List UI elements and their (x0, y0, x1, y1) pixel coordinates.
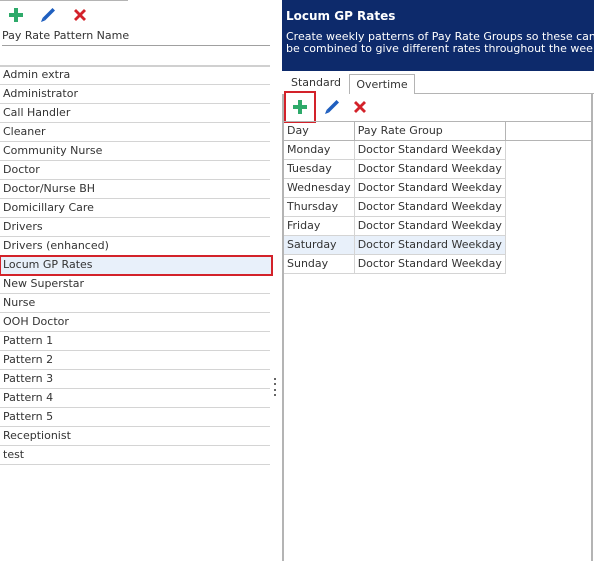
table-row[interactable]: Tuesday Doctor Standard Weekday (284, 159, 593, 179)
tab-overtime[interactable]: Overtime (349, 74, 415, 94)
delete-pattern-button[interactable] (70, 6, 90, 24)
tab-standard[interactable]: Standard (283, 73, 349, 94)
day-pay-rate-grid: Day Pay Rate Group Monday Doctor Standar… (284, 121, 593, 274)
add-row-button[interactable] (284, 91, 316, 123)
cell-pay-rate-group[interactable]: Doctor Standard Weekday (354, 216, 506, 236)
list-item[interactable]: Admin extra (0, 66, 270, 85)
cell-day[interactable]: Wednesday (284, 178, 355, 198)
column-header-day[interactable]: Day (284, 121, 355, 141)
x-icon (354, 101, 366, 113)
grip-dot (274, 378, 276, 380)
panel-splitter-handle[interactable] (272, 378, 278, 396)
list-item[interactable]: Cleaner (0, 123, 270, 142)
edit-row-button[interactable] (322, 98, 342, 116)
list-item[interactable]: Doctor/Nurse BH (0, 180, 270, 199)
list-item[interactable]: Community Nurse (0, 142, 270, 161)
plus-icon (9, 8, 23, 22)
add-pattern-button[interactable] (6, 6, 26, 24)
banner-title: Locum GP Rates (286, 9, 396, 23)
banner-description: Create weekly patterns of Pay Rate Group… (286, 30, 594, 55)
list-item[interactable]: Administrator (0, 85, 270, 104)
cell-pay-rate-group[interactable]: Doctor Standard Weekday (354, 159, 506, 179)
pattern-detail-panel: Locum GP Rates Create weekly patterns of… (282, 0, 594, 561)
cell-pay-rate-group[interactable]: Doctor Standard Weekday (354, 254, 506, 274)
table-row[interactable]: Friday Doctor Standard Weekday (284, 216, 593, 236)
list-item[interactable]: Pattern 5 (0, 408, 270, 427)
pattern-list: Admin extra Administrator Call Handler C… (0, 66, 273, 465)
info-banner: Locum GP Rates Create weekly patterns of… (282, 0, 594, 71)
standard-tab-content: Day Pay Rate Group Monday Doctor Standar… (282, 91, 593, 561)
list-item[interactable]: New Superstar (0, 275, 270, 294)
pencil-icon (325, 100, 339, 114)
list-item[interactable]: Drivers (enhanced) (0, 237, 270, 256)
column-header-pay-rate-group[interactable]: Pay Rate Group (354, 121, 506, 141)
plus-icon (293, 100, 307, 114)
table-row[interactable]: Sunday Doctor Standard Weekday (284, 254, 593, 274)
cell-pay-rate-group[interactable]: Doctor Standard Weekday (354, 197, 506, 217)
grip-dot (274, 393, 276, 396)
cell-pay-rate-group[interactable]: Doctor Standard Weekday (354, 178, 506, 198)
list-item[interactable]: Pattern 2 (0, 351, 270, 370)
cell-day[interactable]: Tuesday (284, 159, 355, 179)
cell-pay-rate-group[interactable]: Doctor Standard Weekday (354, 235, 506, 255)
cell-day[interactable]: Sunday (284, 254, 355, 274)
delete-row-button[interactable] (350, 98, 370, 116)
list-item[interactable]: Pattern 4 (0, 389, 270, 408)
grip-dot (274, 388, 276, 391)
cell-day[interactable]: Monday (284, 140, 355, 160)
list-item[interactable]: Call Handler (0, 104, 270, 123)
column-header-empty (505, 121, 593, 141)
list-item[interactable]: Drivers (0, 218, 270, 237)
grid-header-row: Day Pay Rate Group (284, 121, 593, 141)
list-item[interactable]: Pattern 3 (0, 370, 270, 389)
list-item[interactable]: Doctor (0, 161, 270, 180)
cell-day[interactable]: Thursday (284, 197, 355, 217)
cell-day[interactable]: Saturday (284, 235, 355, 255)
filter-row[interactable] (0, 47, 270, 67)
cell-pay-rate-group[interactable]: Doctor Standard Weekday (354, 140, 506, 160)
list-item[interactable]: Domicillary Care (0, 199, 270, 218)
list-item[interactable]: Pattern 1 (0, 332, 270, 351)
grid-toolbar (284, 91, 370, 123)
column-header-pattern-name[interactable]: Pay Rate Pattern Name (2, 29, 270, 46)
list-item-selected[interactable]: Locum GP Rates (0, 255, 273, 276)
table-row[interactable]: Thursday Doctor Standard Weekday (284, 197, 593, 217)
table-row[interactable]: Wednesday Doctor Standard Weekday (284, 178, 593, 198)
x-icon (74, 9, 86, 21)
pay-rate-pattern-panel: Pay Rate Pattern Name Admin extra Admini… (0, 0, 273, 561)
table-row-selected[interactable]: Saturday Doctor Standard Weekday (284, 235, 593, 255)
list-item[interactable]: Receptionist (0, 427, 270, 446)
list-item[interactable]: Nurse (0, 294, 270, 313)
table-row[interactable]: Monday Doctor Standard Weekday (284, 140, 593, 160)
pattern-toolbar (6, 6, 90, 24)
pencil-icon (41, 8, 55, 22)
divider (0, 0, 128, 1)
list-item[interactable]: test (0, 446, 270, 465)
cell-day[interactable]: Friday (284, 216, 355, 236)
edit-pattern-button[interactable] (38, 6, 58, 24)
grip-dot (274, 383, 276, 386)
tab-strip: Standard Overtime (282, 73, 594, 94)
list-item[interactable]: OOH Doctor (0, 313, 270, 332)
